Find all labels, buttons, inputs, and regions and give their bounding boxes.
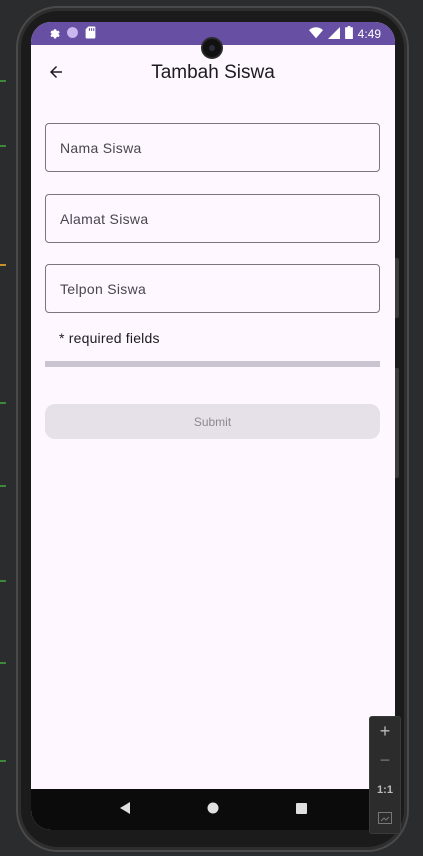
gutter-marker <box>0 145 6 147</box>
gutter-marker <box>0 402 6 404</box>
home-circle-icon[interactable] <box>207 801 219 819</box>
student-phone-field[interactable] <box>45 264 380 313</box>
signal-icon <box>327 26 340 42</box>
emulator-zoom-controls: + − 1:1 <box>369 716 401 834</box>
gutter-marker <box>0 264 6 266</box>
battery-icon <box>344 26 353 42</box>
gutter-marker <box>0 662 6 664</box>
zoom-out-button[interactable]: − <box>370 746 400 775</box>
device-screen: 4:49 Tambah Siswa * required fields Subm… <box>31 22 395 830</box>
progress-bar <box>45 361 380 367</box>
settings-icon <box>47 26 60 44</box>
actual-size-button[interactable]: 1:1 <box>370 775 400 804</box>
status-left-icons <box>47 26 96 44</box>
page-title: Tambah Siswa <box>151 62 275 83</box>
student-address-field[interactable] <box>45 194 380 243</box>
fit-screen-icon <box>378 811 392 827</box>
student-name-field[interactable] <box>45 123 380 172</box>
circle-icon <box>66 26 79 44</box>
required-fields-note: * required fields <box>59 330 160 346</box>
fit-screen-button[interactable] <box>370 804 400 833</box>
wifi-icon <box>308 26 323 42</box>
app-bar: Tambah Siswa <box>31 45 395 101</box>
gutter-marker <box>0 485 6 487</box>
status-right-icons: 4:49 <box>308 26 381 42</box>
gutter-marker <box>0 760 6 762</box>
gutter-marker <box>0 580 6 582</box>
zoom-in-button[interactable]: + <box>370 717 400 746</box>
status-time: 4:49 <box>357 27 381 41</box>
submit-button[interactable]: Submit <box>45 404 380 439</box>
navigation-bar <box>31 789 395 830</box>
back-triangle-icon[interactable] <box>119 801 131 819</box>
recents-square-icon[interactable] <box>295 801 307 819</box>
gutter-marker <box>0 80 6 82</box>
sd-card-icon <box>85 26 96 44</box>
